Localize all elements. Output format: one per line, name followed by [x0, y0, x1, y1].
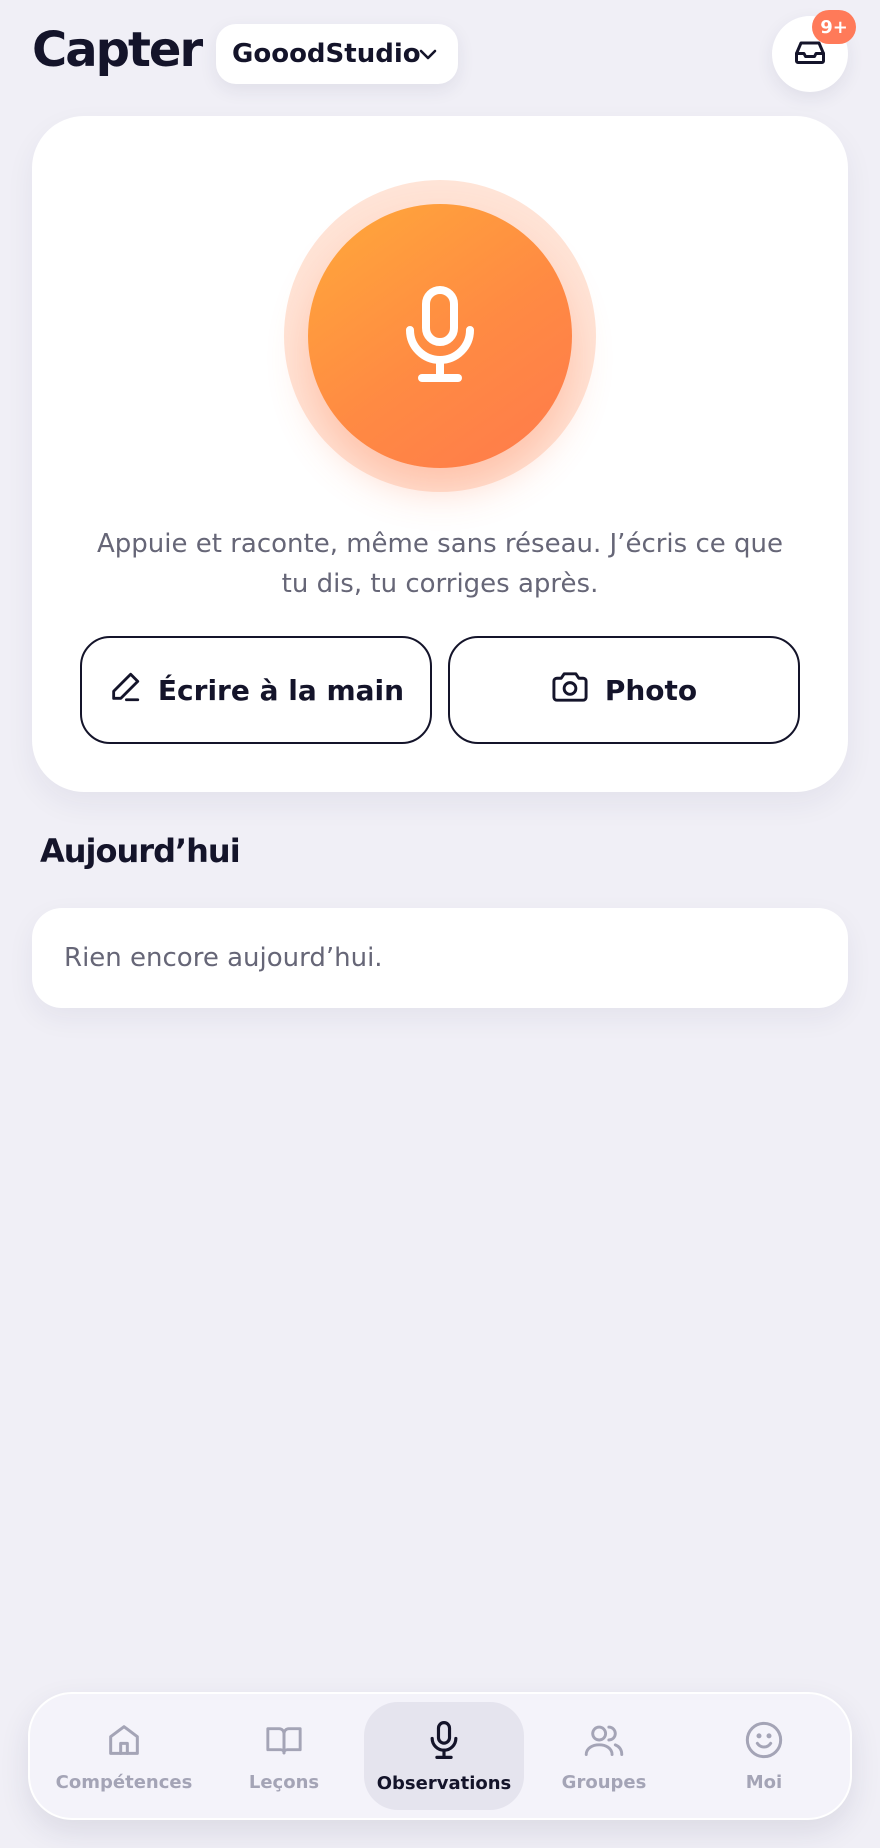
microphone-icon [402, 284, 478, 388]
capture-hint: Appuie et raconte, même sans réseau. J’é… [97, 529, 783, 599]
nav-label: Leçons [248, 1771, 320, 1793]
today-empty-card: Rien encore aujourd’hui. [32, 908, 848, 1008]
bottom-nav: Compétences Leçons Observations Groupes … [28, 1692, 852, 1820]
nav-item-groupes[interactable]: Groupes [524, 1702, 684, 1810]
smiley-icon [744, 1720, 784, 1764]
camera-icon [551, 670, 589, 711]
nav-item-competences[interactable]: Compétences [44, 1702, 204, 1810]
notification-badge: 9+ [812, 10, 856, 44]
capture-card: Appuie et raconte, même sans réseau. J’é… [32, 116, 848, 792]
nav-item-moi[interactable]: Moi [684, 1702, 844, 1810]
book-icon [263, 1720, 305, 1764]
nav-label: Observations [376, 1772, 512, 1794]
photo-button[interactable]: Photo [448, 636, 800, 744]
studio-name: GooodStudio [232, 39, 421, 69]
users-icon [583, 1720, 625, 1764]
nav-item-lecons[interactable]: Leçons [204, 1702, 364, 1810]
write-by-hand-label: Écrire à la main [157, 673, 405, 707]
photo-label: Photo [604, 673, 698, 707]
today-empty-text: Rien encore aujourd’hui. [64, 943, 383, 973]
record-button[interactable] [308, 204, 572, 468]
studio-selector[interactable]: GooodStudio [216, 24, 458, 84]
nav-label: Groupes [561, 1771, 647, 1793]
nav-label: Compétences [55, 1771, 193, 1793]
inbox-button[interactable]: 9+ [772, 10, 856, 92]
nav-label: Moi [745, 1771, 783, 1793]
chevron-down-icon [416, 42, 440, 73]
home-icon [104, 1720, 144, 1764]
page-title: Capter [32, 22, 203, 78]
microphone-icon [429, 1719, 459, 1765]
write-by-hand-button[interactable]: Écrire à la main [80, 636, 432, 744]
nav-item-observations[interactable]: Observations [364, 1702, 524, 1810]
pencil-icon [108, 670, 142, 711]
today-heading: Aujourd’hui [40, 832, 241, 870]
